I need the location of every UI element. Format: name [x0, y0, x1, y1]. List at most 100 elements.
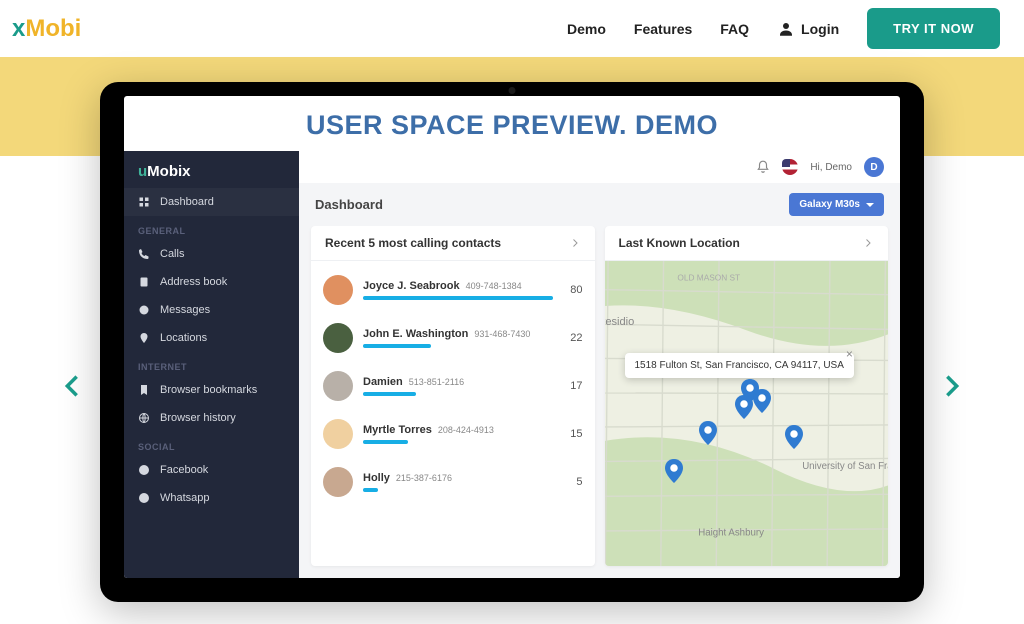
location-card: Last Known Location: [605, 226, 889, 566]
app-logo: uMobix: [124, 151, 299, 188]
contact-bar: [363, 296, 553, 300]
card-title: Last Known Location: [619, 236, 740, 250]
card-header[interactable]: Recent 5 most calling contacts: [311, 226, 595, 261]
contact-row[interactable]: John E. Washington 931-468-7430 22: [323, 315, 583, 363]
contact-name: Myrtle Torres: [363, 424, 432, 436]
sidebar-item-whatsapp[interactable]: Whatsapp: [124, 484, 299, 512]
demo-app: uMobix Dashboard GENERAL Calls Address b…: [124, 151, 900, 578]
user-icon: [777, 20, 795, 38]
contact-avatar: [323, 467, 353, 497]
contact-phone: 931-468-7430: [474, 329, 530, 339]
card-title: Recent 5 most calling contacts: [325, 236, 501, 250]
contact-avatar: [323, 371, 353, 401]
contact-count: 22: [563, 332, 583, 344]
contact-bar: [363, 488, 378, 492]
device-selector[interactable]: Galaxy M30s: [789, 193, 884, 216]
contact-phone: 208-424-4913: [438, 425, 494, 435]
nav-features[interactable]: Features: [634, 21, 692, 37]
contact-count: 80: [563, 284, 583, 296]
carousel-next[interactable]: [938, 372, 966, 400]
contact-row[interactable]: Myrtle Torres 208-424-4913 15: [323, 411, 583, 459]
greeting: Hi, Demo: [810, 162, 852, 173]
avatar[interactable]: D: [864, 157, 884, 177]
contact-name: Joyce J. Seabrook: [363, 280, 460, 292]
contact-name: Holly: [363, 472, 390, 484]
sidebar-section-social: SOCIAL: [124, 432, 299, 456]
contact-row[interactable]: Holly 215-387-6176 5: [323, 459, 583, 507]
map-pin[interactable]: [785, 425, 803, 449]
camera-dot: [509, 87, 516, 94]
sidebar-item-label: Facebook: [160, 464, 208, 476]
sidebar-item-locations[interactable]: Locations: [124, 324, 299, 352]
map-pin[interactable]: [665, 459, 683, 483]
whatsapp-icon: [138, 492, 150, 504]
close-icon[interactable]: ×: [846, 347, 860, 361]
contact-avatar: [323, 419, 353, 449]
card-header[interactable]: Last Known Location: [605, 226, 889, 261]
map-pin[interactable]: [753, 389, 771, 413]
sidebar-item-dashboard[interactable]: Dashboard: [124, 188, 299, 216]
globe-icon: [138, 412, 150, 424]
sidebar-item-label: Locations: [160, 332, 207, 344]
nav-right: Demo Features FAQ Login TRY IT NOW: [567, 8, 1000, 49]
contact-phone: 215-387-6176: [396, 473, 452, 483]
svg-text:OLD MASON ST: OLD MASON ST: [677, 272, 740, 282]
sidebar-item-bookmarks[interactable]: Browser bookmarks: [124, 376, 299, 404]
dashboard-row: Dashboard Galaxy M30s: [299, 183, 900, 226]
sidebar-item-label: Dashboard: [160, 196, 214, 208]
contact-name: Damien: [363, 376, 403, 388]
contact-count: 5: [563, 476, 583, 488]
sidebar-item-label: Whatsapp: [160, 492, 210, 504]
contact-avatar: [323, 275, 353, 305]
chevron-left-icon: [58, 372, 86, 400]
panels: Recent 5 most calling contacts Joyce J. …: [299, 226, 900, 578]
carousel-prev[interactable]: [58, 372, 86, 400]
flag-us-icon[interactable]: [782, 159, 798, 175]
map[interactable]: Presidio OLD MASON ST University of San …: [605, 261, 889, 566]
contact-count: 15: [563, 428, 583, 440]
map-pin[interactable]: [699, 421, 717, 445]
site-logo: xMobi: [12, 15, 81, 43]
bell-icon[interactable]: [756, 160, 770, 174]
grid-icon: [138, 196, 150, 208]
sidebar-item-address-book[interactable]: Address book: [124, 268, 299, 296]
location-icon: [138, 332, 150, 344]
nav-faq[interactable]: FAQ: [720, 21, 749, 37]
sidebar-item-facebook[interactable]: Facebook: [124, 456, 299, 484]
try-it-now-button[interactable]: TRY IT NOW: [867, 8, 1000, 49]
map-pin[interactable]: [735, 395, 753, 419]
main-header: Hi, Demo D: [299, 151, 900, 183]
sidebar-item-label: Browser bookmarks: [160, 384, 257, 396]
contact-bar: [363, 440, 408, 444]
demo-title: USER SPACE PREVIEW. DEMO: [124, 96, 900, 151]
facebook-icon: [138, 464, 150, 476]
sidebar-item-history[interactable]: Browser history: [124, 404, 299, 432]
message-icon: [138, 304, 150, 316]
contact-count: 17: [563, 380, 583, 392]
contact-row[interactable]: Joyce J. Seabrook409-748-138480: [323, 267, 583, 315]
main-panel: Hi, Demo D Dashboard Galaxy M30s Recent …: [299, 151, 900, 578]
contact-avatar: [323, 323, 353, 353]
sidebar-item-label: Calls: [160, 248, 184, 260]
sidebar-item-label: Browser history: [160, 412, 236, 424]
svg-text:University of San Francisco: University of San Francisco: [802, 461, 888, 472]
page-title: Dashboard: [315, 197, 383, 212]
contact-bar: [363, 344, 431, 348]
sidebar: uMobix Dashboard GENERAL Calls Address b…: [124, 151, 299, 578]
bookmark-icon: [138, 384, 150, 396]
sidebar-section-general: GENERAL: [124, 216, 299, 240]
sidebar-section-internet: INTERNET: [124, 352, 299, 376]
contact-row[interactable]: Damien 513-851-2116 17: [323, 363, 583, 411]
top-navbar: xMobi Demo Features FAQ Login TRY IT NOW: [0, 0, 1024, 57]
chevron-right-icon: [938, 372, 966, 400]
nav-demo[interactable]: Demo: [567, 21, 606, 37]
nav-login[interactable]: Login: [777, 20, 839, 38]
svg-text:Presidio: Presidio: [605, 316, 634, 328]
sidebar-item-messages[interactable]: Messages: [124, 296, 299, 324]
contact-phone: 513-851-2116: [409, 377, 464, 387]
sidebar-item-calls[interactable]: Calls: [124, 240, 299, 268]
contact-name: John E. Washington: [363, 328, 468, 340]
chevron-right-icon: [862, 237, 874, 249]
tablet-frame: USER SPACE PREVIEW. DEMO uMobix Dashboar…: [100, 82, 924, 602]
sidebar-item-label: Messages: [160, 304, 210, 316]
